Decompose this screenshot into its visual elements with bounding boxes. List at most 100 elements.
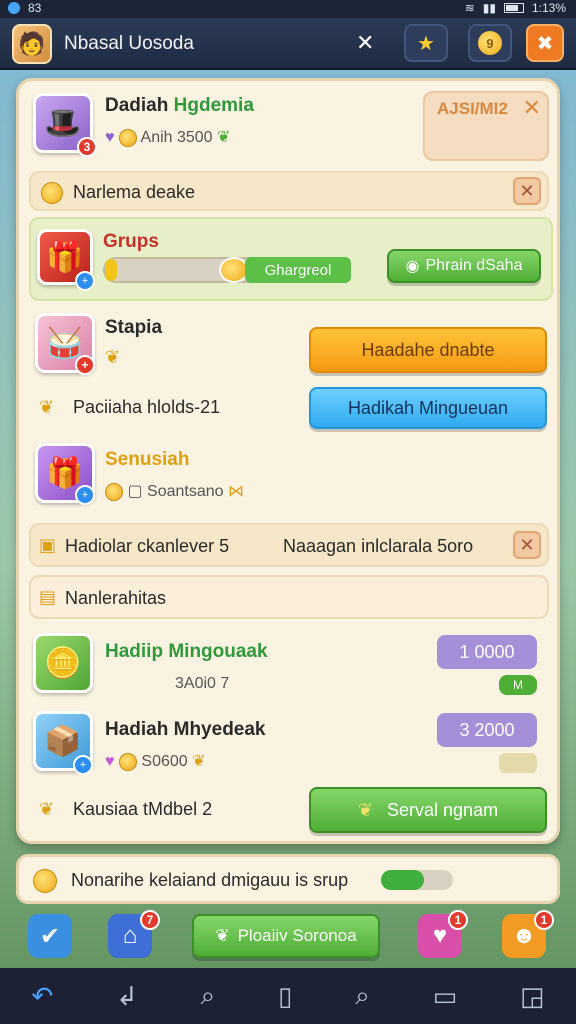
grups-progress-label: Ghargreol: [245, 257, 351, 283]
coin-icon: [118, 752, 137, 771]
plus-badge-icon: +: [75, 271, 95, 291]
hadiolar-right: Naaagan inlclarala 5oro: [283, 536, 474, 556]
status-left-text: 83: [28, 1, 42, 15]
senusiah-sub: Soantsano: [147, 483, 224, 500]
hadiip-title: Hadiip Mingouaak: [105, 641, 268, 662]
hadiah-badge-icon: +: [73, 755, 93, 775]
tools-icon: ✖: [536, 32, 554, 55]
senusiah-sub-row: ▢ Soantsano ⋈: [105, 481, 244, 501]
tab-center-button[interactable]: ❦ Ploaiiv Soronoa: [192, 914, 380, 958]
senusiah-badge-icon: +: [75, 485, 95, 505]
wifi-icon: ≋: [464, 1, 475, 15]
profile-tag-close-icon[interactable]: ✕: [523, 95, 541, 121]
stapia-feather-icon: ❦: [105, 347, 121, 367]
system-nav-bar: ↶ ↲ ⌕ ▯ ⌕ ▭ ◲: [0, 968, 576, 1024]
stapia-sub-icon: ❦: [39, 397, 55, 417]
hadiolar-close-icon[interactable]: ✕: [513, 531, 541, 559]
stapia-blue-button[interactable]: Hadikah Mingueuan: [309, 387, 547, 429]
search-icon[interactable]: ⌕: [201, 980, 216, 1012]
close-icon[interactable]: ✕: [356, 30, 374, 56]
gift-icon: ♥: [432, 922, 448, 949]
heart-icon: ♥: [105, 753, 115, 770]
feather-icon: ❦: [192, 753, 206, 770]
nanlera-text: Nanlerahitas: [65, 588, 167, 608]
gem-icon: ◉: [405, 258, 420, 275]
stapia-title: Stapia: [105, 317, 163, 338]
hadiip-item-icon: 🪙: [33, 633, 93, 693]
hadiolar-row: ▣ Hadiolar ckanlever 5 Naaagan inlclaral…: [29, 523, 549, 567]
coin-icon: [105, 482, 123, 501]
feather-icon: ❦: [357, 799, 374, 820]
stapia-badge-icon: +: [75, 355, 95, 375]
heart-icon: ♥: [105, 129, 115, 146]
hadiah-pill: 3 2000: [437, 713, 537, 747]
footer-progress-track: [381, 870, 453, 890]
hadiip-pill: 1 0000: [437, 635, 537, 669]
profile-tag: AJSI/MI2: [437, 99, 508, 118]
reward-panel: 🎩 3 Dadiah Hgdemia ♥ Anih 3500 ❦ AJSI/MI…: [16, 78, 560, 844]
coin-button[interactable]: 9: [468, 24, 512, 62]
hadiip-tag: M: [499, 675, 537, 695]
note-icon: ▤: [39, 587, 57, 607]
profile-amount-row: ♥ Anih 3500 ❦: [105, 127, 230, 147]
back-icon[interactable]: ↶: [31, 981, 53, 1012]
grups-progress-fill: [105, 259, 117, 281]
coin-icon: [118, 128, 137, 147]
profile-badge: 3: [77, 137, 97, 157]
tab-home-badge: 7: [140, 910, 160, 930]
tab-pet-badge: 1: [534, 910, 554, 930]
chest-icon: ▣: [39, 535, 57, 555]
grups-action-button[interactable]: ◉ Phrain dSaha: [387, 249, 541, 283]
tab-quests[interactable]: ✔: [28, 914, 72, 958]
kausiaa-button-label: Serval ngnam: [387, 799, 499, 820]
hadiip-sub: 3A0i0 7: [175, 675, 230, 692]
tools-button[interactable]: ✖: [526, 24, 564, 62]
kausiaa-button[interactable]: ❦ Serval ngnam: [309, 787, 547, 833]
search-alt-icon[interactable]: ⌕: [355, 980, 370, 1012]
profile-name-second: Hgdemia: [173, 95, 254, 116]
senusiah-title: Senusiah: [105, 449, 190, 470]
window-icon[interactable]: ◲: [520, 981, 545, 1012]
stapia-orange-button[interactable]: Haadahe dnabte: [309, 327, 547, 373]
stapia-sub-text: Paciiaha hlolds-21: [73, 397, 221, 417]
book-icon[interactable]: ▯: [278, 981, 292, 1012]
window-title: Nbasal Uosoda: [64, 33, 194, 54]
cards-icon[interactable]: ▭: [433, 981, 458, 1012]
grups-action-label: Phrain dSaha: [425, 257, 523, 274]
footer-progress-fill: [381, 870, 424, 890]
footer-text: Nonarihe kelaiand dmigauu is srup: [71, 870, 349, 890]
profile-tag-box: AJSI/MI2 ✕: [423, 91, 549, 161]
kausiaa-text: Kausiaa tMdbel 2: [73, 799, 213, 819]
return-icon[interactable]: ↲: [116, 981, 138, 1012]
smile-coin-icon: [41, 182, 63, 204]
pet-face-icon: ☻: [511, 922, 537, 949]
profile-amount: Anih 3500: [140, 129, 213, 146]
nanlera-row: ▤ Nanlerahitas: [29, 575, 549, 619]
kausiaa-icon: ❦: [39, 799, 55, 819]
bottom-tab-bar: ✔ ⌂ 7 ❦ Ploaiiv Soronoa ♥ 1 ☻ 1: [14, 906, 562, 966]
profile-name-first: Dadiah: [105, 95, 169, 116]
notice-close-icon[interactable]: ✕: [513, 177, 541, 205]
tab-gift-badge: 1: [448, 910, 468, 930]
hadiolar-left: Hadiolar ckanlever 5: [65, 536, 230, 556]
star-button[interactable]: ★: [404, 24, 448, 62]
star-icon: ★: [417, 32, 435, 55]
top-bar: 🧑 Nbasal Uosoda ✕ ★ 9 ✖: [0, 18, 576, 70]
hadiah-title: Hadiah Mhyedeak: [105, 719, 266, 740]
notification-icon: [8, 2, 20, 14]
status-right-text: 1:13%: [531, 1, 566, 15]
player-avatar[interactable]: 🧑: [12, 24, 52, 64]
check-icon: ✔: [39, 922, 61, 950]
status-bar: 83 ≋ ▮▮ 1:13%: [0, 0, 576, 18]
coin-icon: 9: [478, 31, 502, 55]
leaf-icon: ❦: [215, 926, 230, 945]
grups-progress-track: Ghargreol: [103, 257, 351, 283]
notice-text: Narlema deake: [73, 182, 196, 202]
house-icon: ⌂: [122, 922, 138, 949]
box-icon: ▢: [127, 483, 143, 500]
footer-coin-icon: [33, 869, 57, 893]
footer-info-bar: Nonarihe kelaiand dmigauu is srup: [16, 854, 560, 904]
grups-row: 🎁 + Grups Ghargreol ◉ Phrain dSaha: [29, 217, 553, 301]
tab-center-label: Ploaiiv Soronoa: [237, 926, 357, 945]
signal-icon: ▮▮: [482, 1, 496, 15]
